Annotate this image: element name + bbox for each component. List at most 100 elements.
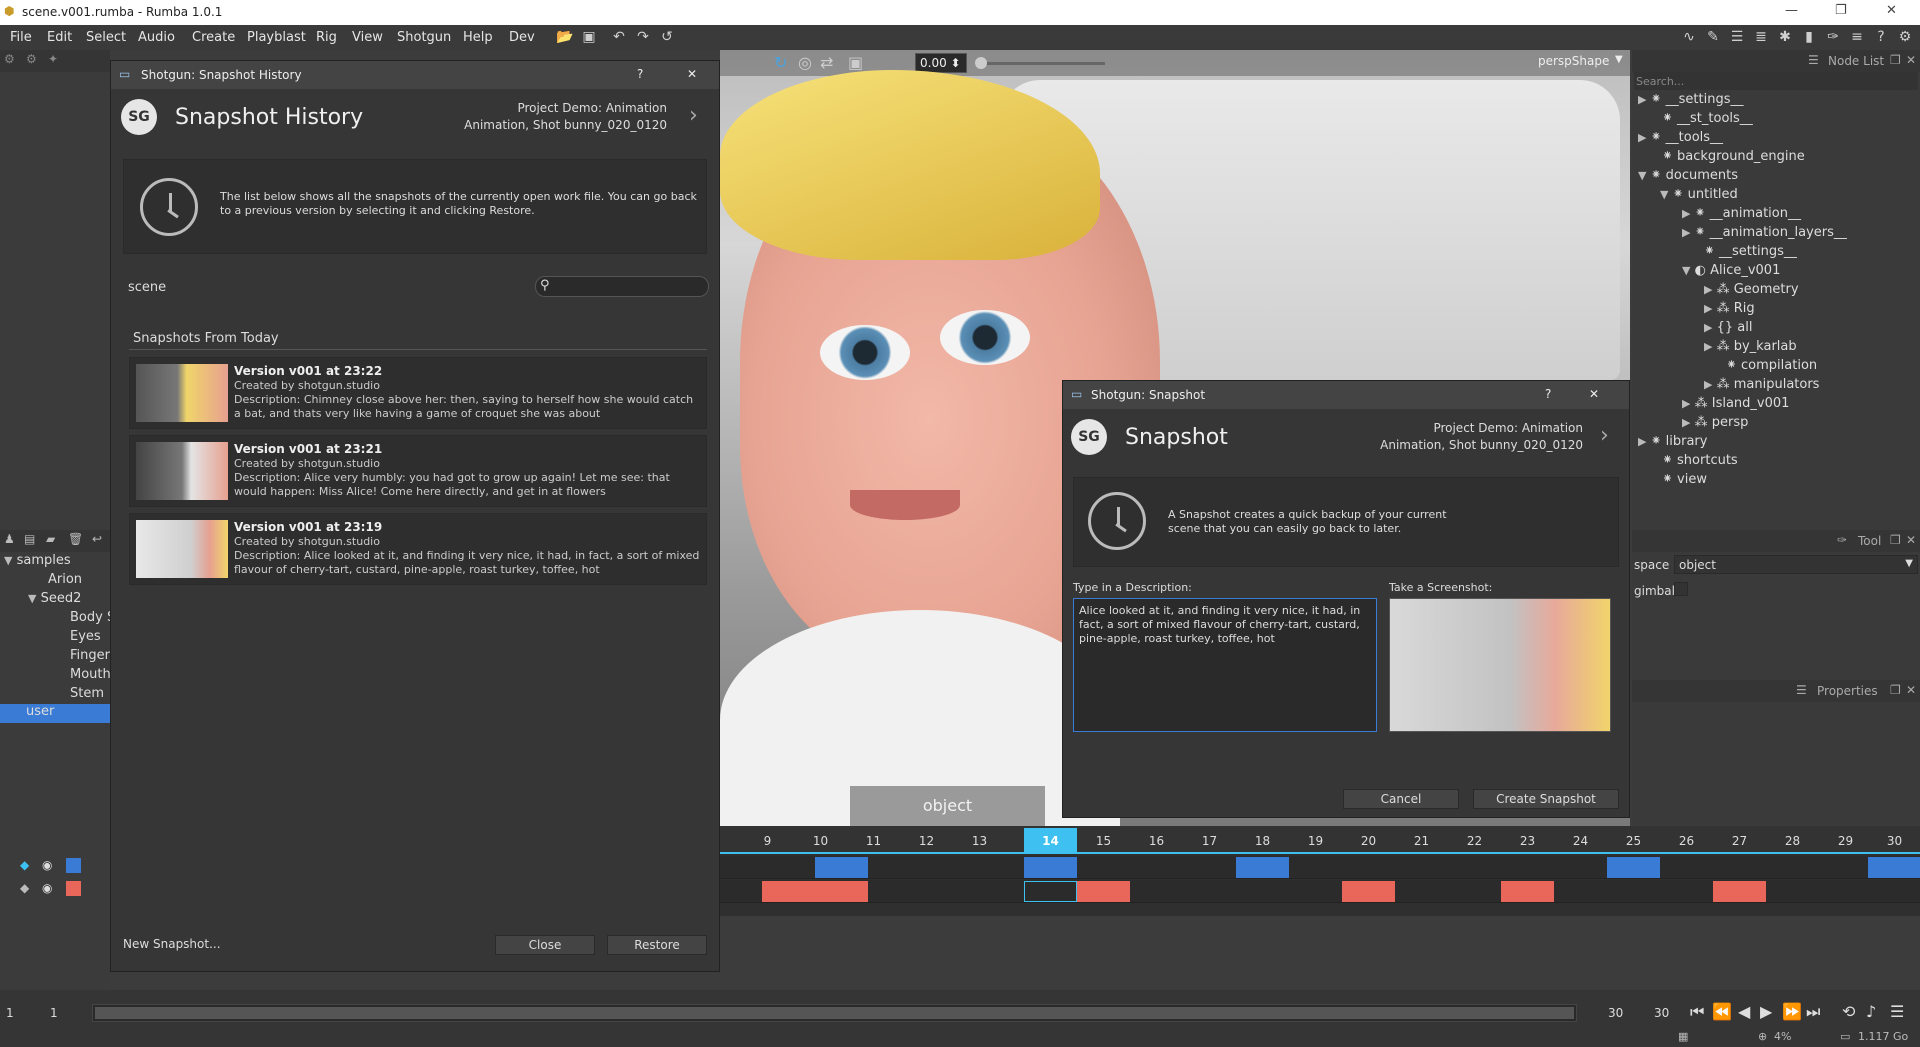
gear-icon[interactable]: ⚙ [1896, 28, 1914, 46]
tool-icon[interactable]: ✦ [48, 52, 58, 66]
outliner-item[interactable]: ▼ Seed2 [28, 591, 81, 606]
snapshot-item[interactable]: Version v001 at 23:21 Created by shotgun… [129, 435, 707, 507]
menu-select[interactable]: Select [86, 30, 126, 45]
keyframe-blue[interactable] [1868, 857, 1920, 878]
layer-color-red[interactable] [66, 881, 81, 896]
key-icon[interactable]: ◆ [20, 881, 29, 895]
menu-edit[interactable]: Edit [47, 30, 72, 45]
key-icon[interactable]: ◆ [20, 858, 29, 872]
minimize-button[interactable]: — [1785, 3, 1798, 18]
help-button[interactable]: ? [637, 67, 643, 81]
screenshot-thumbnail[interactable] [1389, 598, 1611, 732]
stack-icon[interactable]: ≣ [1752, 28, 1770, 46]
eye-icon[interactable]: ◉ [42, 881, 52, 895]
range-end-field[interactable]: 30 [1608, 1006, 1623, 1020]
keyframe-red[interactable] [1342, 881, 1395, 902]
time-input[interactable]: 0.00 ⬍ [915, 53, 967, 73]
node-item[interactable]: ▶ ⁕ __animation__ [1682, 206, 1801, 221]
node-item[interactable]: ▶ ⁕ __animation_layers__ [1682, 225, 1847, 240]
track-row-blue[interactable] [720, 856, 1920, 879]
menu-audio[interactable]: Audio [138, 30, 175, 45]
node-item[interactable]: ▶ ⁂ Island_v001 [1682, 396, 1789, 411]
node-item[interactable]: ▶ ⁂ persp [1682, 415, 1748, 430]
space-select[interactable]: object ▼ [1674, 555, 1918, 574]
menu-view[interactable]: View [352, 30, 383, 45]
camera-icon[interactable]: ◎ [798, 53, 812, 72]
node-search-input[interactable]: Search... [1634, 72, 1918, 90]
audio-icon[interactable]: ♪ [1866, 1002, 1876, 1021]
help-icon[interactable]: ? [1872, 28, 1890, 46]
range-slider-fill[interactable] [95, 1007, 1574, 1019]
timeline[interactable]: 9 10 11 12 13 14 15 16 17 18 19 20 21 22… [720, 826, 1920, 916]
menu-playblast[interactable]: Playblast [247, 30, 306, 45]
node-item[interactable]: ▼ ⁕ untitled [1660, 187, 1738, 202]
list-icon[interactable]: ≡ [1848, 28, 1866, 46]
open-folder-icon[interactable]: 📂 [556, 28, 574, 46]
layer-color-blue[interactable] [66, 858, 81, 873]
slider-handle[interactable] [975, 57, 987, 69]
close-icon[interactable]: ✕ [1906, 53, 1916, 67]
float-icon[interactable]: ❐ [1890, 683, 1901, 697]
node-item[interactable]: ▶ ⁂ by_karlab [1704, 339, 1797, 354]
close-dialog-button[interactable]: ✕ [687, 67, 697, 81]
first-frame-icon[interactable]: ⏮ [1690, 1002, 1704, 1022]
close-icon[interactable]: ✕ [1906, 683, 1916, 697]
node-item[interactable]: ⁕ view [1662, 472, 1707, 487]
new-snapshot-button[interactable]: New Snapshot... [123, 935, 223, 955]
trash-icon[interactable]: 🗑 [68, 532, 83, 546]
close-icon[interactable]: ✕ [1906, 533, 1916, 547]
viewport-slider[interactable] [975, 62, 1105, 65]
bookmark-icon[interactable]: ▮ [1800, 28, 1818, 46]
gimbal-checkbox[interactable] [1674, 582, 1688, 596]
range-slider[interactable] [92, 1004, 1577, 1022]
frame-icon[interactable]: ▣ [848, 53, 863, 72]
tool-icon[interactable]: ⚙ [4, 52, 15, 66]
next-frame-icon[interactable]: ⏩ [1782, 1002, 1802, 1021]
node-item[interactable]: ▼ ◐ Alice_v001 [1682, 263, 1780, 278]
person-icon[interactable]: ♟ [4, 532, 15, 546]
play-icon[interactable]: ▶ [1760, 1002, 1772, 1021]
object-tab[interactable]: object [850, 786, 1045, 826]
outliner-item[interactable]: Body S [70, 610, 115, 625]
help-button[interactable]: ? [1545, 387, 1551, 401]
outliner-item[interactable]: ▼ samples [4, 553, 110, 568]
outliner-item[interactable]: Stem [70, 686, 104, 701]
outliner-item[interactable]: Mouth [70, 667, 111, 682]
outliner-item[interactable]: Arion [48, 572, 82, 587]
node-item[interactable]: ▶ {} all [1704, 320, 1752, 335]
star-icon[interactable]: ✱ [1776, 28, 1794, 46]
wrench-icon[interactable]: ✑ [1824, 28, 1842, 46]
chevron-right-icon[interactable]: › [1600, 423, 1609, 448]
brush-icon[interactable]: ✎ [1704, 28, 1722, 46]
snapshot-item[interactable]: Version v001 at 23:22 Created by shotgun… [129, 357, 707, 429]
menu-file[interactable]: File [10, 30, 32, 45]
camera-label[interactable]: perspShape [1538, 54, 1609, 68]
outliner-item[interactable]: Finger [70, 648, 110, 663]
undo-history-icon[interactable]: ↺ [658, 28, 676, 46]
last-frame-icon[interactable]: ⏭ [1806, 1002, 1820, 1022]
node-item[interactable]: ⁕ __settings__ [1704, 244, 1797, 259]
keyframe-selected[interactable] [1024, 881, 1077, 902]
prev-frame-icon[interactable]: ◀ [1738, 1002, 1750, 1021]
range-start-field[interactable]: 1 [50, 1006, 58, 1020]
menu-shotgun[interactable]: Shotgun [397, 30, 451, 45]
chevron-right-icon[interactable]: › [689, 103, 698, 128]
restore-button[interactable]: ❐ [1835, 3, 1847, 18]
menu-help[interactable]: Help [463, 30, 493, 45]
curve-icon[interactable]: ∿ [1680, 28, 1698, 46]
node-item[interactable]: ⁕ background_engine [1662, 149, 1805, 164]
keyframe-blue[interactable] [1607, 857, 1660, 878]
camera-dropdown-icon[interactable]: ▼ [1615, 54, 1623, 65]
keyframe-blue[interactable] [815, 857, 868, 878]
settings-icon[interactable]: ☰ [1890, 1002, 1904, 1021]
keyframe-red[interactable] [762, 881, 868, 902]
menu-rig[interactable]: Rig [316, 30, 337, 45]
menu-create[interactable]: Create [192, 30, 235, 45]
keyframe-blue[interactable] [1236, 857, 1289, 878]
node-item[interactable]: ▶ ⁂ manipulators [1704, 377, 1819, 392]
rotate-icon[interactable]: ↻ [774, 53, 787, 72]
restore-button[interactable]: Restore [607, 935, 707, 955]
node-item[interactable]: ▶ ⁕ library [1638, 434, 1707, 449]
keyframe-red[interactable] [1077, 881, 1130, 902]
folder-icon[interactable]: ▰ [46, 532, 55, 546]
